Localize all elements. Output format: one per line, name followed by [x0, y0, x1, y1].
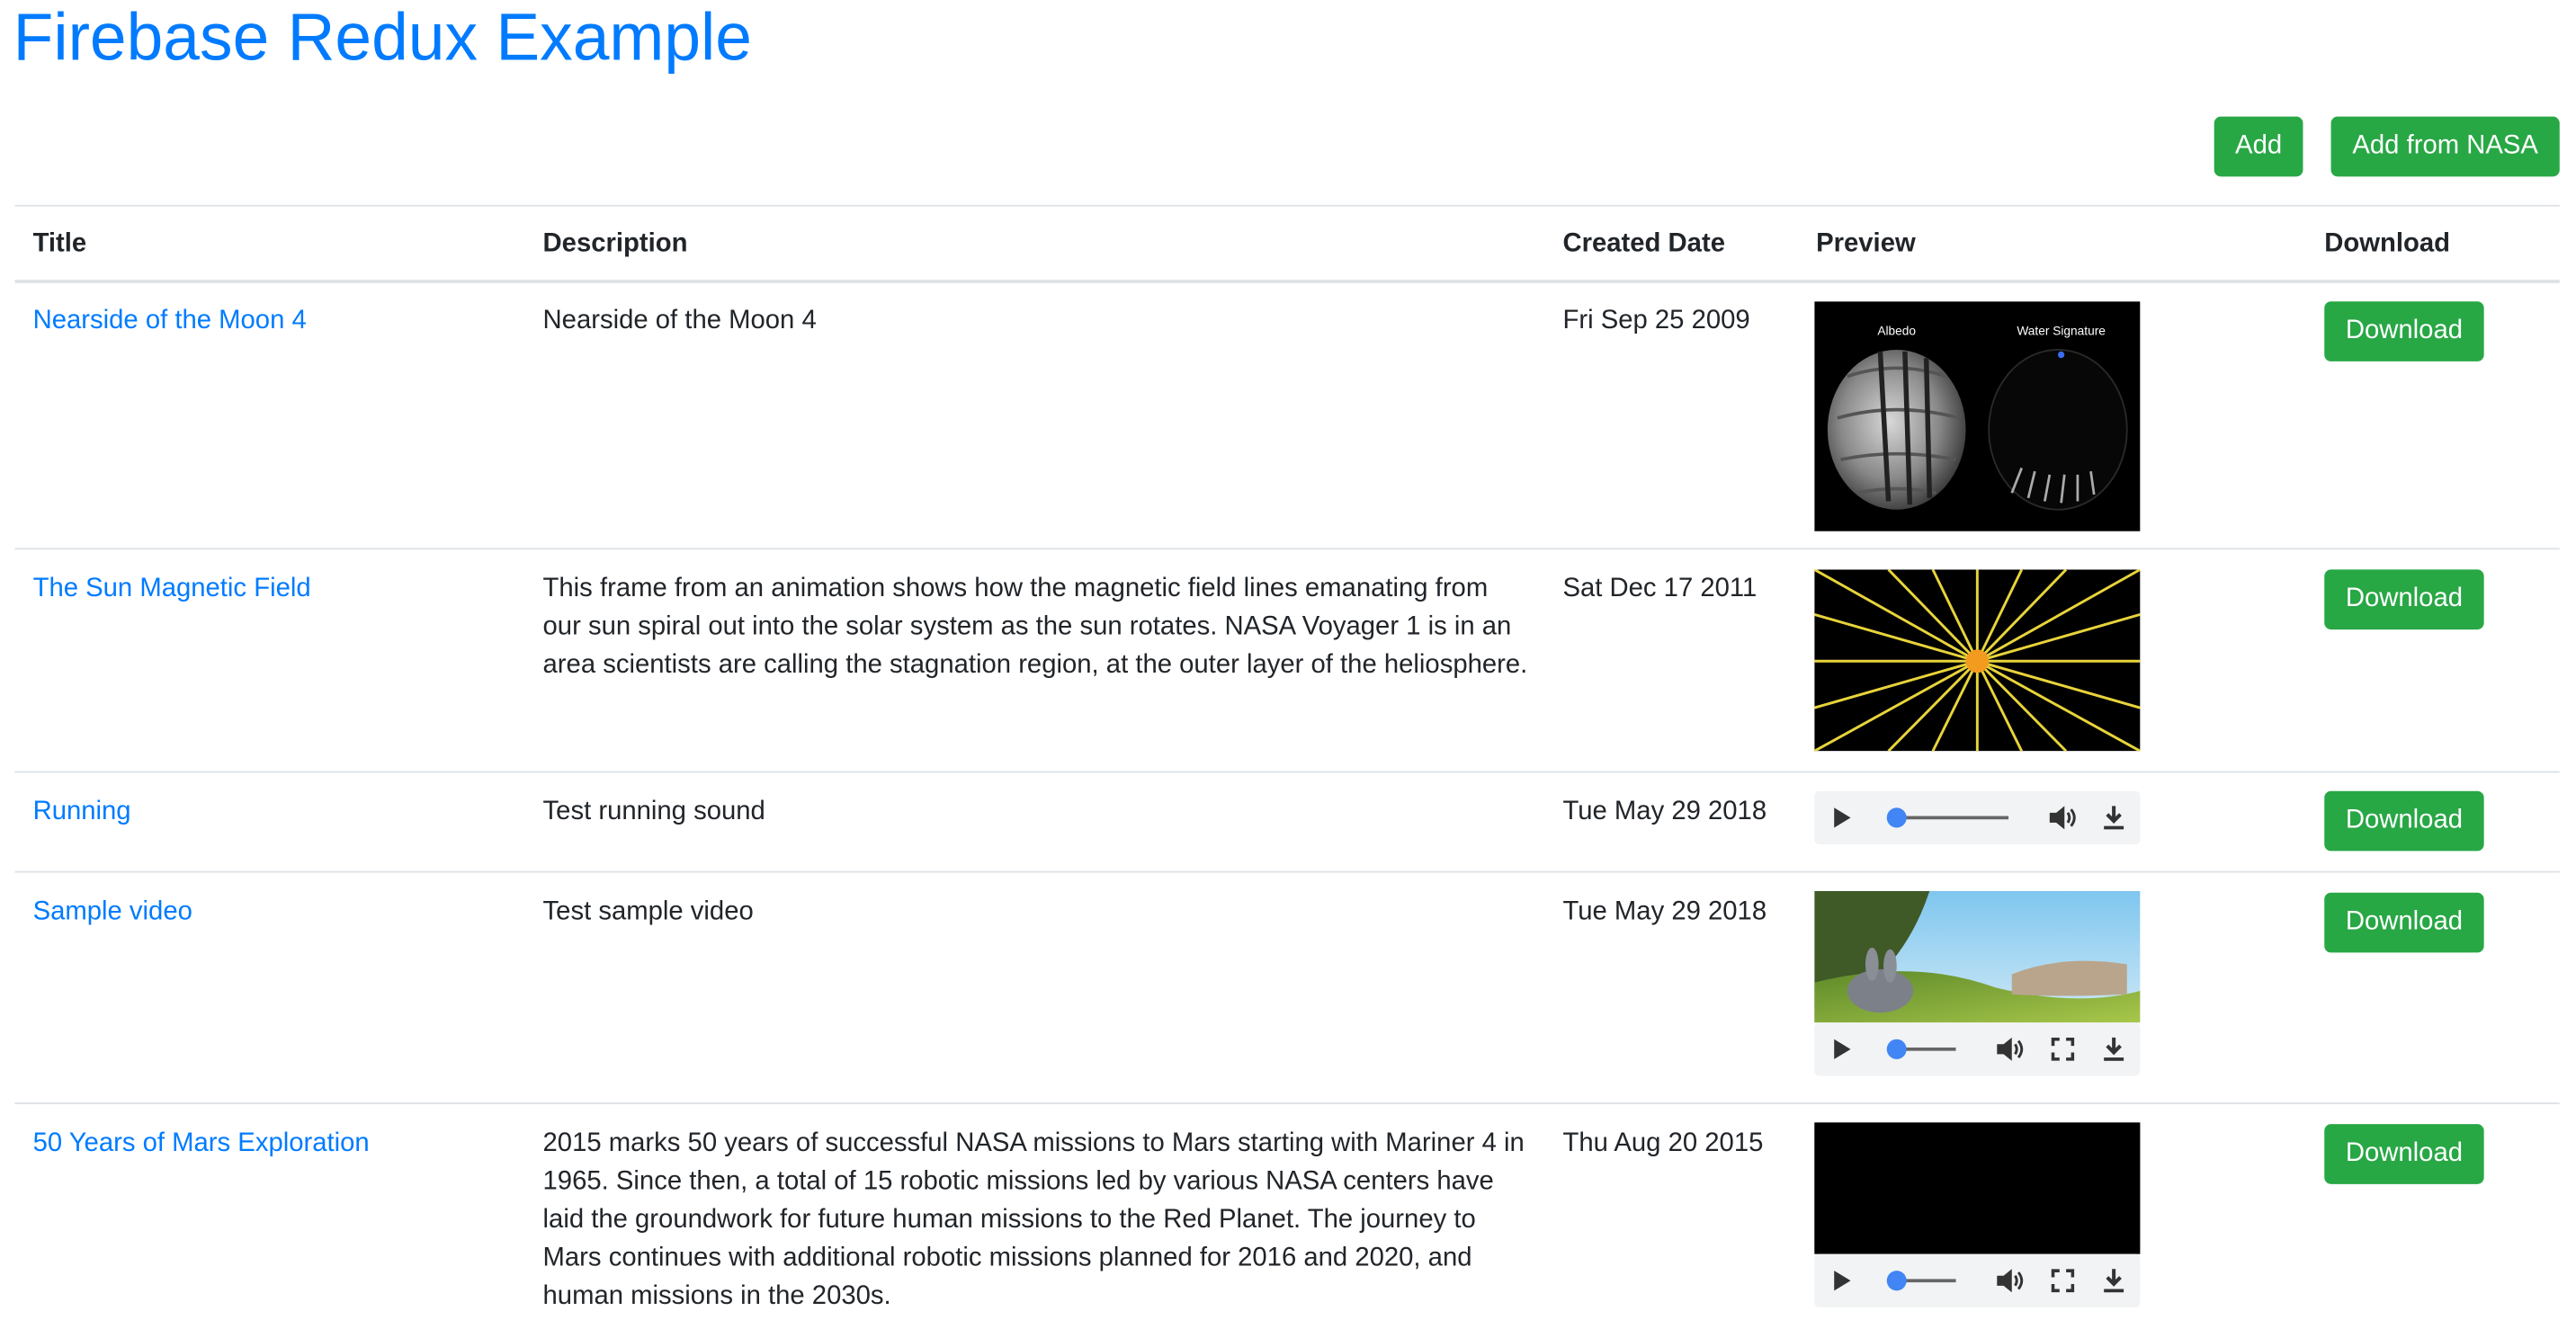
- row-description: This frame from an animation shows how t…: [542, 574, 1528, 680]
- video-controls: [1814, 1253, 2141, 1307]
- row-created-date: Thu Aug 20 2015: [1562, 1128, 1764, 1158]
- row-title-link[interactable]: Nearside of the Moon 4: [33, 301, 307, 340]
- video-controls: [1814, 1022, 2141, 1076]
- row-created-date: Fri Sep 25 2009: [1562, 306, 1750, 335]
- download-icon[interactable]: [2097, 1022, 2131, 1075]
- audio-player: [1814, 790, 2141, 845]
- moon-preview-image: Albedo Water Signature: [1814, 301, 2141, 531]
- video-progress-thumb[interactable]: [1886, 1039, 1907, 1059]
- row-divider: [14, 771, 2560, 773]
- download-button[interactable]: Download: [2324, 569, 2484, 630]
- mars-video-frame[interactable]: [1814, 1122, 2141, 1254]
- row-divider: [14, 1102, 2560, 1104]
- row-description: Test sample video: [542, 897, 754, 926]
- row-created-date: Tue May 29 2018: [1562, 798, 1767, 826]
- water-signature-label: Water Signature: [2017, 324, 2106, 337]
- sun-field-preview-image: [1814, 569, 2141, 752]
- row-description: 2015 marks 50 years of successful NASA m…: [542, 1128, 1525, 1311]
- header-created-date: Created Date: [1562, 229, 1725, 259]
- table-header-border: [14, 280, 2560, 283]
- download-button[interactable]: Download: [2324, 1124, 2484, 1184]
- row-title-link[interactable]: 50 Years of Mars Exploration: [33, 1124, 370, 1163]
- page-title: Firebase Redux Example: [13, 1, 753, 76]
- add-button[interactable]: Add: [2214, 116, 2303, 177]
- add-from-nasa-button[interactable]: Add from NASA: [2330, 116, 2560, 177]
- download-icon[interactable]: [2097, 791, 2131, 844]
- page: Firebase Redux Example Add Add from NASA…: [0, 0, 2576, 1329]
- header-title: Title: [32, 229, 87, 259]
- volume-icon[interactable]: [2046, 791, 2080, 844]
- row-title-link[interactable]: Sample video: [33, 893, 192, 932]
- video-progress-thumb[interactable]: [1886, 1271, 1907, 1291]
- download-button[interactable]: Download: [2324, 790, 2484, 852]
- sample-video-frame: [1814, 890, 2141, 1023]
- row-title-link[interactable]: Running: [33, 793, 131, 832]
- row-title-link[interactable]: The Sun Magnetic Field: [33, 569, 311, 608]
- fullscreen-icon[interactable]: [2046, 1022, 2080, 1075]
- row-description: Nearside of the Moon 4: [542, 306, 817, 335]
- header-download: Download: [2324, 229, 2451, 259]
- download-button[interactable]: Download: [2324, 892, 2484, 953]
- header-preview: Preview: [1816, 229, 1916, 259]
- row-divider: [14, 548, 2560, 550]
- albedo-label: Albedo: [1877, 324, 1916, 337]
- audio-progress-thumb[interactable]: [1886, 807, 1907, 828]
- play-icon[interactable]: [1826, 791, 1859, 844]
- row-divider: [14, 870, 2560, 873]
- download-button[interactable]: Download: [2324, 301, 2484, 361]
- play-icon[interactable]: [1826, 1254, 1859, 1307]
- row-created-date: Sat Dec 17 2011: [1562, 574, 1758, 603]
- download-icon[interactable]: [2097, 1254, 2131, 1307]
- table-top-border: [14, 204, 2560, 207]
- header-description: Description: [542, 229, 688, 259]
- audio-progress-track[interactable]: [1890, 816, 2009, 820]
- row-description: Test running sound: [542, 798, 765, 826]
- fullscreen-icon[interactable]: [2046, 1254, 2080, 1307]
- play-icon[interactable]: [1826, 1022, 1859, 1075]
- volume-icon[interactable]: [1994, 1254, 2027, 1307]
- volume-icon[interactable]: [1994, 1022, 2027, 1075]
- row-created-date: Tue May 29 2018: [1562, 897, 1767, 926]
